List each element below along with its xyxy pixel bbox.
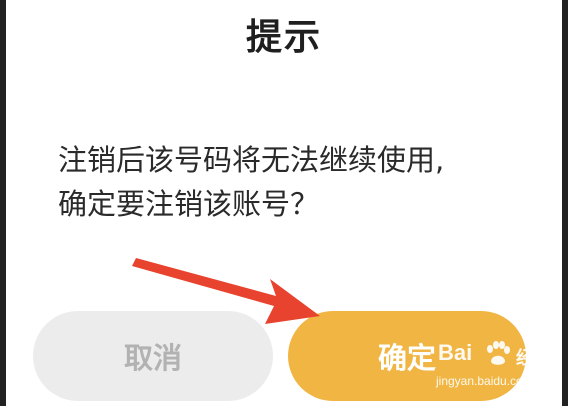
watermark-brand-cn: 经验	[516, 348, 552, 369]
watermark-brand: Bai	[438, 340, 473, 365]
baidu-jingyan-watermark: Bai 经验 jingyan.baidu.com	[432, 338, 568, 402]
watermark-url: jingyan.baidu.com	[436, 374, 533, 388]
baidu-paw-icon	[487, 341, 510, 365]
